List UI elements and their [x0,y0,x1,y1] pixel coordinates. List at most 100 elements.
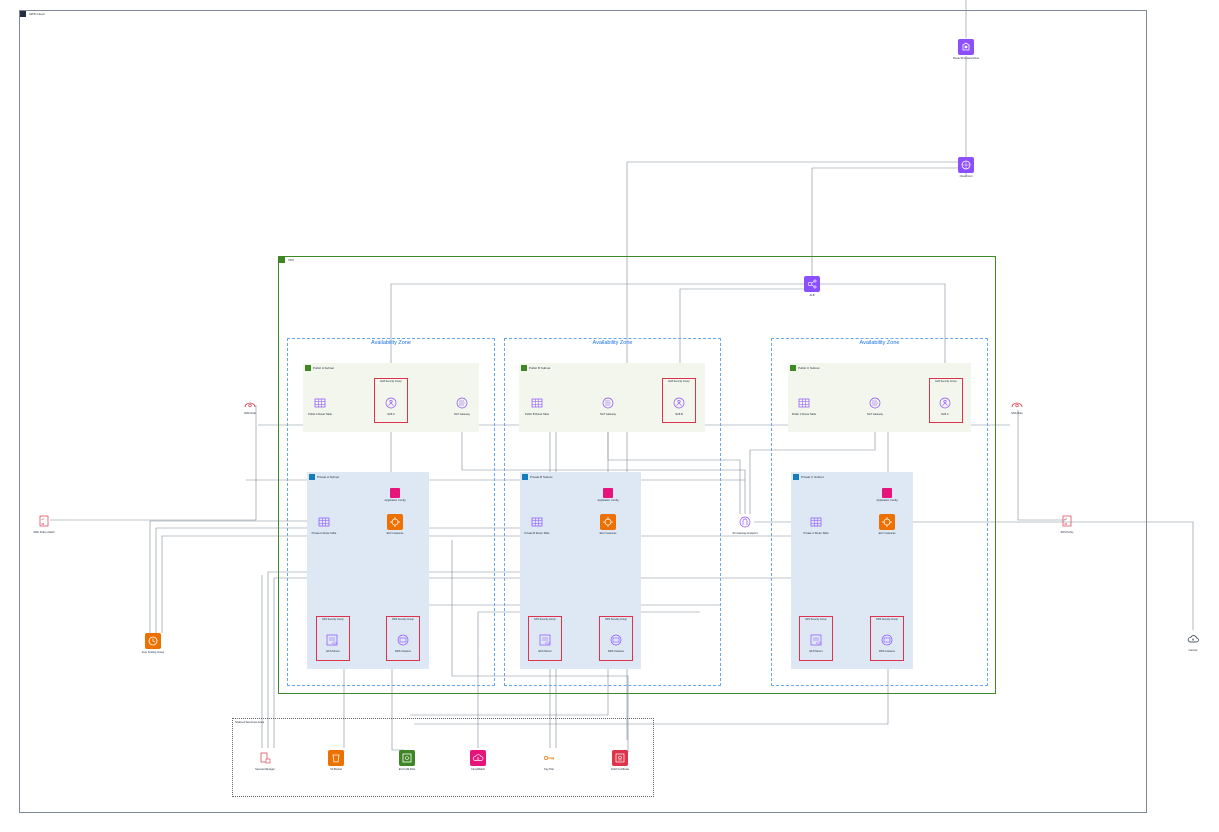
nlb-icon[interactable] [383,395,399,411]
vpc-label: VPC [288,258,295,262]
route-table-icon[interactable] [529,395,545,411]
vpc-endpoint-label: S3 Gateway Endpoint [732,532,758,535]
app-config-icon[interactable] [882,488,892,498]
route-table-icon[interactable] [316,514,332,530]
efs-label: EFS Mount [809,650,823,653]
subnet-label: Private A Subnet [317,475,340,479]
efs-icon[interactable] [324,632,340,648]
route53-icon[interactable] [958,39,974,55]
subnet-icon [790,365,796,371]
ec2-icon[interactable] [600,514,616,530]
aws-cloud-label: AWS Cloud [29,12,45,16]
auto-scaling-icon[interactable] [145,633,161,649]
nat-gateway-label: NAT Gateway [867,413,883,416]
ec2-icon[interactable] [879,514,895,530]
efs-icon[interactable] [808,632,824,648]
s3-bucket-label: S3 Bucket [330,768,342,771]
alb-icon[interactable] [804,276,820,292]
app-config-icon[interactable] [390,488,400,498]
sg-label: RDS Security Group [605,618,627,621]
route-table-icon[interactable] [808,514,824,530]
subnet-icon [521,365,527,371]
rds-icon[interactable] [608,632,624,648]
efs-label: EFS Mount [326,650,340,653]
shared-services-label: Shared Services Area [235,720,265,724]
sg-label: EFS Security Group [322,618,344,621]
secrets-manager-icon[interactable] [257,750,273,766]
internet-cloud-icon[interactable] [1185,631,1201,647]
iam-role-label: WAF Role [244,412,256,415]
route-table-icon[interactable] [312,395,328,411]
sg-label: RDS Security Group [392,618,414,621]
nlb-label: NLB B [675,413,683,416]
subnet-label: Private C Subnet [801,475,824,479]
sg-label: RDS Security Group [876,618,898,621]
key-pair-icon[interactable] [541,750,557,766]
policy-label: WAF Policy Attach [33,531,55,534]
az-title: Availability Zone [859,340,900,346]
app-config-label: Application Config [876,499,898,502]
policy-icon[interactable] [1059,513,1075,529]
rds-label: RDS Instance [607,650,625,653]
nat-gateway-label: NAT Gateway [454,413,470,416]
certificate-icon[interactable] [612,750,628,766]
rds-label: RDS Instance [394,650,412,653]
nat-gateway-icon[interactable] [867,395,883,411]
cloudfront-icon[interactable] [958,157,974,173]
ec2-icon[interactable] [387,514,403,530]
iam-role-label: SNS Role [1011,412,1023,415]
route-table-label: Public B Route Table [524,413,550,416]
efs-icon[interactable] [537,632,553,648]
alb-label: ALB [809,294,815,297]
subnet-label: Public A Subnet [313,366,335,370]
subnet-label: Public C Subnet [798,366,820,370]
app-config-label: Application Config [597,499,619,502]
cloudwatch-icon[interactable] [470,750,486,766]
cloudwatch-label: CloudWatch [470,768,486,771]
route-table-label: Public C Route Table [791,413,817,416]
sg-label: EFS Security Group [805,618,827,621]
iam-role-icon[interactable] [242,397,258,413]
route53-label: Route 53 Hosted Zone [952,57,980,60]
route-table-icon[interactable] [796,395,812,411]
sg-label: ELB Security Group [380,380,402,383]
storage-service-icon[interactable] [399,750,415,766]
app-config-label: Application Config [384,499,406,502]
vpc-icon [279,257,285,263]
subnet-icon [793,474,799,480]
nat-gateway-icon[interactable] [454,395,470,411]
policy-label: SNS Policy [1060,531,1074,534]
rds-icon[interactable] [879,632,895,648]
subnet-label: Private B Subnet [530,475,553,479]
policy-icon[interactable] [36,513,52,529]
internet-label: Internet [1188,649,1198,652]
nlb-label: NLB A [387,413,395,416]
key-pair-label: Key Pair [544,768,554,771]
efs-label: EFS Mount [538,650,552,653]
route-table-label: Private C Route Table [803,532,829,535]
subnet-icon [305,365,311,371]
nat-gateway-label: NAT Gateway [600,413,616,416]
subnet-label: Public B Subnet [529,366,551,370]
iam-role-icon[interactable] [1009,397,1025,413]
subnet-icon [309,474,315,480]
nat-gateway-icon[interactable] [600,395,616,411]
route-table-icon[interactable] [529,514,545,530]
rds-icon[interactable] [395,632,411,648]
nlb-label: NLB C [941,413,949,416]
aws-cloud-icon [20,11,26,17]
route-table-label: Public A Route Table [308,413,332,416]
vpc-endpoint-icon[interactable] [737,514,753,530]
nlb-icon[interactable] [937,395,953,411]
nlb-icon[interactable] [671,395,687,411]
ec2-label: EC2 Instances [878,532,896,535]
secrets-manager-label: Secrets Manager [255,768,275,771]
cloudfront-label: CloudFront [959,175,973,178]
app-config-icon[interactable] [603,488,613,498]
sg-label: ELB Security Group [668,380,690,383]
subnet-icon [522,474,528,480]
az-title: Availability Zone [371,340,411,346]
certificate-label: ACM Certificate [610,768,630,771]
s3-bucket-icon[interactable] [328,750,344,766]
shared-services-group: Shared Services Area [232,718,654,797]
